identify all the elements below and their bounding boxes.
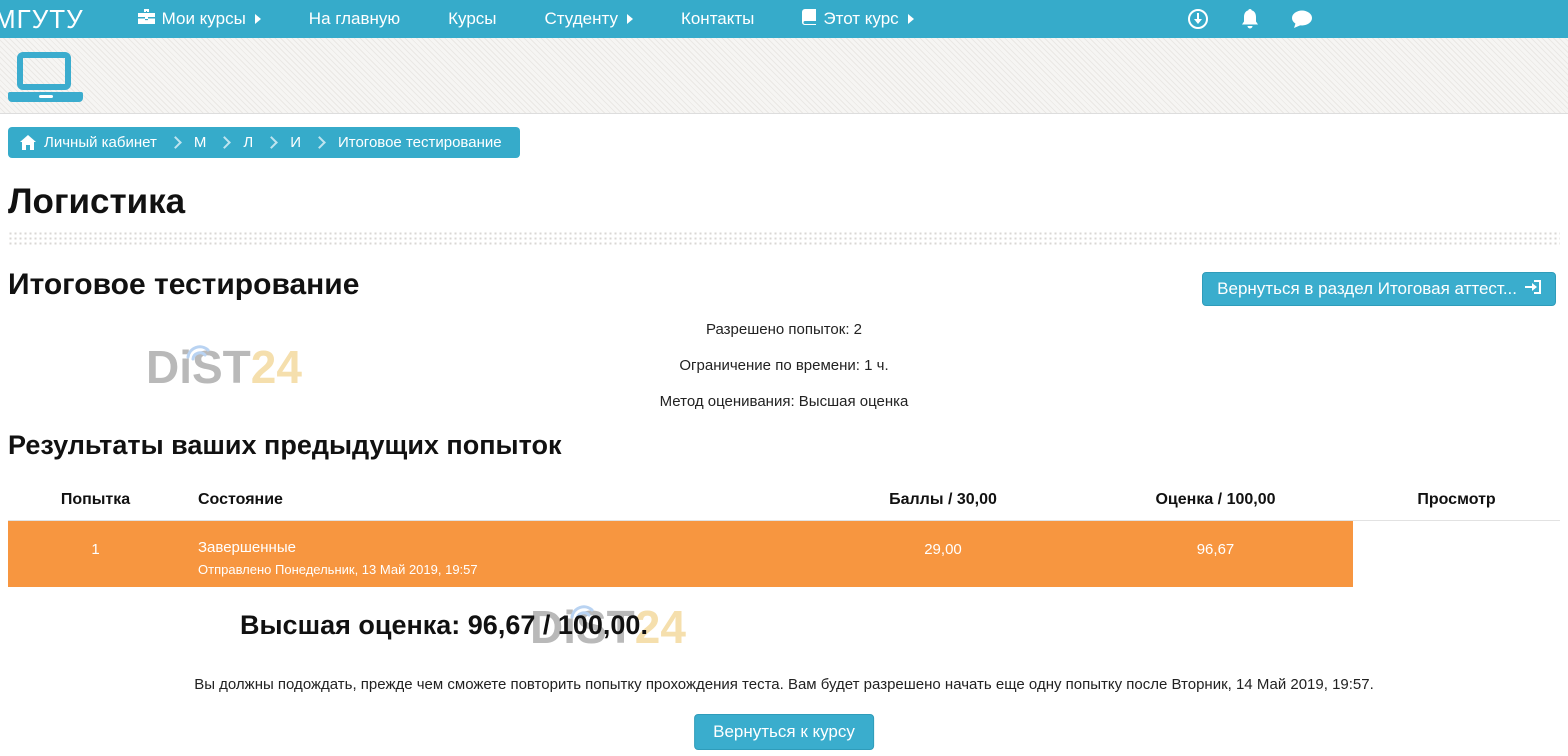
table-row: 1 Завершенные Отправлено Понедельник, 13…: [8, 521, 1560, 588]
nav-item-label: Мои курсы: [162, 9, 246, 29]
attempt-state: Завершенные Отправлено Понедельник, 13 М…: [183, 521, 808, 588]
back-to-course-label: Вернуться к курсу: [713, 722, 855, 742]
caret-right-icon: [255, 14, 261, 24]
navbar-right-icons: [1172, 0, 1328, 38]
breadcrumb-item-l[interactable]: Л: [243, 134, 253, 151]
attempts-allowed-text: Разрешено попыток: 2: [0, 321, 1568, 338]
breadcrumb: Личный кабинет М Л И Итоговое тестирован…: [8, 127, 520, 158]
home-icon[interactable]: [20, 135, 36, 150]
dist24-watermark: DiST24: [146, 340, 302, 394]
attempt-grade: 96,67: [1078, 521, 1353, 588]
nav-item-courses[interactable]: Курсы: [424, 0, 520, 38]
col-marks: Баллы / 30,00: [808, 482, 1078, 521]
download-circle-icon[interactable]: [1172, 0, 1224, 38]
nav-item-label: Этот курс: [823, 9, 898, 29]
final-grade-text: Высшая оценка: 96,67 / 100,00.: [240, 610, 648, 641]
breadcrumb-item-i[interactable]: И: [290, 134, 301, 151]
back-to-section-label: Вернуться в раздел Итоговая аттест...: [1217, 279, 1517, 299]
nav-item-home[interactable]: На главную: [285, 0, 424, 38]
breadcrumb-item-m[interactable]: М: [194, 134, 207, 151]
nav-item-label: Курсы: [448, 9, 496, 29]
breadcrumb-item-current: Итоговое тестирование: [338, 134, 502, 151]
attempt-review: [1353, 521, 1560, 588]
top-navbar: МГУТУ Мои курсы На главную Курсы Студент…: [0, 0, 1568, 38]
page-title: Логистика: [8, 182, 185, 222]
col-attempt: Попытка: [8, 482, 183, 521]
chevron-right-icon: [218, 136, 231, 149]
quiz-header-row: Итоговое тестирование Вернуться в раздел…: [8, 268, 1560, 302]
chevron-right-icon: [265, 136, 278, 149]
nav-item-label: Студенту: [545, 9, 618, 29]
results-heading: Результаты ваших предыдущих попыток: [8, 430, 561, 461]
nav-item-label: На главную: [309, 9, 400, 29]
state-label: Завершенные: [198, 539, 793, 556]
nav-item-my-courses[interactable]: Мои курсы: [114, 0, 285, 38]
caret-right-icon: [627, 14, 633, 24]
nav-item-this-course[interactable]: Этот курс: [778, 0, 937, 38]
state-detail: Отправлено Понедельник, 13 Май 2019, 19:…: [198, 562, 793, 577]
col-state: Состояние: [183, 482, 808, 521]
table-header-row: Попытка Состояние Баллы / 30,00 Оценка /…: [8, 482, 1560, 521]
attempt-marks: 29,00: [808, 521, 1078, 588]
caret-right-icon: [908, 14, 914, 24]
briefcase-icon: [138, 9, 155, 29]
bell-icon[interactable]: [1224, 0, 1276, 38]
brand-logo[interactable]: МГУТУ: [0, 4, 114, 35]
laptop-icon: [8, 52, 83, 102]
breadcrumb-item-dashboard[interactable]: Личный кабинет: [44, 134, 157, 151]
wifi-arcs-icon: [182, 318, 216, 372]
back-to-section-button[interactable]: Вернуться в раздел Итоговая аттест...: [1202, 272, 1556, 306]
nav-item-label: Контакты: [681, 9, 754, 29]
dotted-divider: [8, 231, 1560, 245]
col-review: Просмотр: [1353, 482, 1560, 521]
attempts-table: Попытка Состояние Баллы / 30,00 Оценка /…: [8, 482, 1560, 587]
back-to-course-button[interactable]: Вернуться к курсу: [694, 714, 874, 750]
attempt-number: 1: [8, 521, 183, 588]
quiz-title: Итоговое тестирование: [8, 268, 359, 302]
nav-item-contacts[interactable]: Контакты: [657, 0, 778, 38]
book-icon: [802, 9, 816, 30]
nav-item-student[interactable]: Студенту: [521, 0, 657, 38]
chevron-right-icon: [169, 136, 182, 149]
header-banner: [0, 38, 1568, 114]
col-grade: Оценка / 100,00: [1078, 482, 1353, 521]
chat-bubble-icon[interactable]: [1276, 0, 1328, 38]
grading-method-text: Метод оценивания: Высшая оценка: [0, 393, 1568, 410]
sign-in-icon: [1525, 279, 1541, 299]
chevron-right-icon: [313, 136, 326, 149]
wait-message: Вы должны подождать, прежде чем сможете …: [0, 676, 1568, 693]
